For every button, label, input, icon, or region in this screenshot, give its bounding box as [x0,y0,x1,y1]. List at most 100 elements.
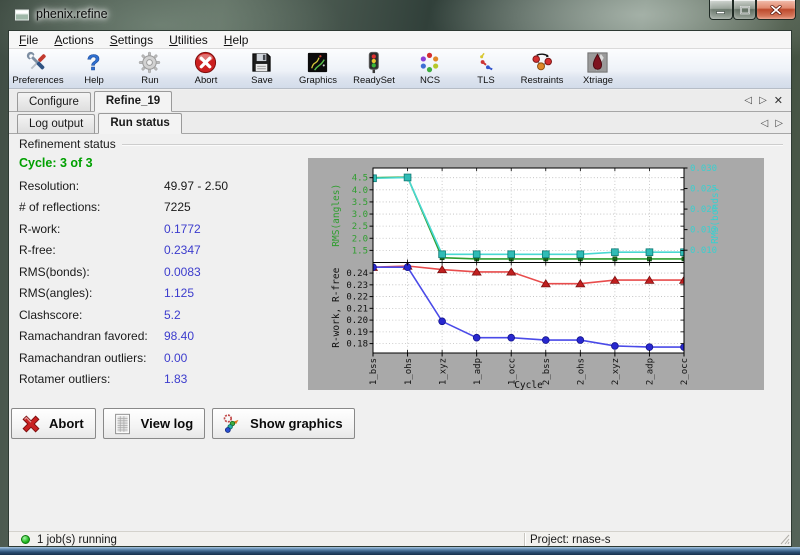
menu-bar: FileActionsSettingsUtilitiesHelp [9,31,791,49]
app-icon [14,8,30,22]
svg-text:1_bss: 1_bss [369,358,379,385]
graphics-icon [305,50,331,75]
stat-row-ramachandran-favored: Ramachandran favored:98.40 [19,329,299,350]
svg-text:RMS(bonds): RMS(bonds) [710,187,721,244]
toolbar-label-readyset: ReadySet [353,75,395,86]
stat-label: Resolution: [19,179,164,200]
stat-row-rms-angles-: RMS(angles):1.125 [19,286,299,307]
menu-file[interactable]: File [11,31,46,49]
stat-value: 98.40 [164,329,194,350]
abort-button[interactable]: Abort [11,408,96,439]
maximize-button[interactable] [733,0,756,20]
toolbar-ncs-button[interactable]: NCS [402,49,458,89]
main-tab-configure[interactable]: Configure [17,92,91,112]
menu-utilities[interactable]: Utilities [161,31,216,49]
toolbar-graphics-button[interactable]: Graphics [290,49,346,89]
close-button[interactable] [756,0,796,20]
status-bar: 1 job(s) running Project: rnase-s [9,531,791,546]
stat-value: 5.2 [164,308,181,329]
menu-help[interactable]: Help [216,31,257,49]
toolbar-label-help: Help [84,75,104,86]
main-tab-navs: ◁ ▷ ✕ [744,94,783,111]
svg-text:0.24: 0.24 [346,269,368,279]
toolbar-xtriage-button[interactable]: Xtriage [570,49,626,89]
toolbar-run-button[interactable]: Run [122,49,178,89]
help-icon: ? [81,50,107,75]
toolbar-readyset-button[interactable]: ReadySet [346,49,402,89]
main-tab-refine-19[interactable]: Refine_19 [94,91,172,112]
svg-text:1_adp: 1_adp [473,358,483,385]
title-bar[interactable]: phenix.refine [0,0,800,30]
svg-text:4.0: 4.0 [352,186,368,196]
job-running-indicator-icon [21,535,30,544]
svg-text:0.19: 0.19 [346,328,368,338]
main-tab-close-icon[interactable]: ✕ [774,94,783,107]
jobs-running-text: 1 job(s) running [37,534,117,546]
toolbar-label-xtriage: Xtriage [583,75,613,86]
toolbar-tls-button[interactable]: TLS [458,49,514,89]
svg-text:0.23: 0.23 [346,281,368,291]
sub-tabs: Log outputRun status [17,113,185,133]
refinement-status-group: Refinement status [19,137,783,151]
svg-text:1_xyz: 1_xyz [438,358,448,385]
toolbar-preferences-button[interactable]: Preferences [10,49,66,89]
toolbar-help-button[interactable]: ?Help [66,49,122,89]
main-tab-prev-icon[interactable]: ◁ [744,95,752,106]
main-tabs: ConfigureRefine_19 [17,91,175,111]
stat-label: # of reflections: [19,200,164,221]
toolbar-label-ncs: NCS [420,75,440,86]
toolbar-save-button[interactable]: Save [234,49,290,89]
toolbar-abort-button[interactable]: Abort [178,49,234,89]
stat-value: 1.125 [164,286,194,307]
stat-label: R-work: [19,222,164,243]
sub-tab-bar: Log outputRun status ◁▷ [9,112,791,134]
stat-value: 0.0083 [164,265,201,286]
menu-settings[interactable]: Settings [102,31,161,49]
stat-label: RMS(bonds): [19,265,164,286]
stat-row-ramachandran-outliers: Ramachandran outliers:0.00 [19,351,299,372]
main-tab-next-icon[interactable]: ▷ [759,95,767,106]
stat-row-rotamer-outliers: Rotamer outliers:1.83 [19,372,299,393]
toolbar-label-preferences: Preferences [12,75,63,86]
toolbar-label-restraints: Restraints [521,75,564,86]
refinement-stats: Resolution:49.97 - 2.50# of reflections:… [19,179,299,393]
stat-value: 0.1772 [164,222,201,243]
sub-tab-navs: ◁▷ [761,118,783,133]
sub-tab-run-status[interactable]: Run status [98,113,181,134]
show-graphics-button[interactable]: Show graphics [212,408,354,439]
toolbar: Preferences?HelpRunAbortSaveGraphicsRead… [9,49,791,89]
svg-text:2_xyz: 2_xyz [611,358,621,385]
window-title: phenix.refine [36,7,108,21]
svg-text:2.5: 2.5 [352,222,368,232]
preferences-icon [25,50,51,75]
svg-text:0.21: 0.21 [346,304,368,314]
stat-label: RMS(angles): [19,286,164,307]
minimize-button[interactable] [709,0,733,20]
abort-cross-icon [19,412,43,436]
toolbar-restraints-button[interactable]: Restraints [514,49,570,89]
svg-text:3.0: 3.0 [352,210,368,220]
stat-label: Ramachandran outliers: [19,351,164,372]
sub-tab-prev-icon[interactable]: ◁ [761,118,769,129]
view-log-button[interactable]: View log [103,408,206,439]
sub-tab-next-icon[interactable]: ▷ [775,118,783,129]
svg-text:0.22: 0.22 [346,293,368,303]
button-label: Abort [49,416,84,431]
status-divider [524,533,526,546]
stat-row-resolution: Resolution:49.97 - 2.50 [19,179,299,200]
window-bottom-edge [0,547,800,555]
svg-text:R-work, R-free: R-work, R-free [331,267,342,347]
status-project: Project: rnase-s [530,532,611,547]
svg-text:0.010: 0.010 [690,246,717,256]
svg-text:2_occ: 2_occ [680,358,690,385]
run-status-panel: Refinement status Cycle: 3 of 3 Resoluti… [9,134,791,531]
stat-label: Clashscore: [19,308,164,329]
main-tab-bar: ConfigureRefine_19 ◁ ▷ ✕ [9,90,791,112]
toolbar-label-abort: Abort [195,75,218,86]
menu-actions[interactable]: Actions [46,31,101,49]
sub-tab-log-output[interactable]: Log output [17,114,95,134]
button-label: Show graphics [250,416,342,431]
stat-value: 49.97 - 2.50 [164,179,228,200]
view-log-icon [111,412,135,436]
resize-grip-icon[interactable] [780,534,790,545]
